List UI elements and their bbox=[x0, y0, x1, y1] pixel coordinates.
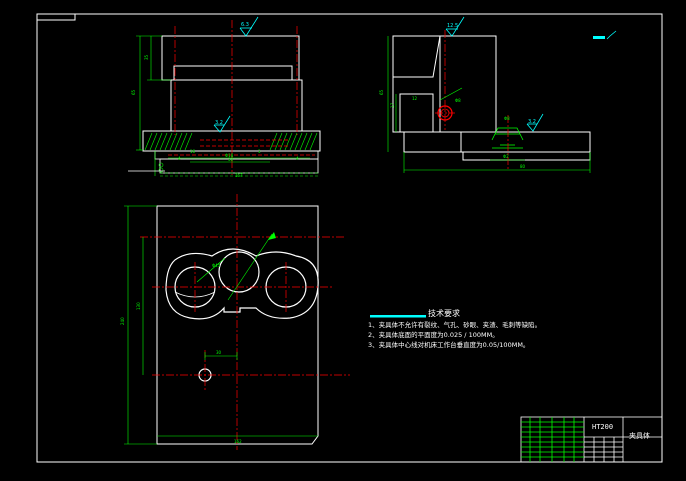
svg-text:30: 30 bbox=[228, 157, 234, 162]
top-view: 240 130 162 30 Φ45 bbox=[120, 194, 350, 450]
roughness-value-side-top: 12.5 bbox=[447, 23, 458, 29]
roughness-value-front-top: 6.3 bbox=[241, 22, 249, 28]
roughness-value-front-slot: 3.2 bbox=[215, 120, 223, 126]
tech-requirement-3: 3、夹具体中心线对机床工作台垂直度为0.05/100MM。 bbox=[368, 341, 530, 349]
side-view: 65 17 12 Φ8 80 Φ2 Φ8 12.5 3.2 bbox=[379, 16, 617, 173]
tech-requirement-2: 2、夹具体底面的平面度为0.025 / 100MM。 bbox=[368, 331, 499, 339]
svg-text:35: 35 bbox=[144, 54, 149, 60]
svg-text:4: 4 bbox=[178, 156, 181, 161]
svg-text:17: 17 bbox=[390, 102, 395, 108]
svg-text:4: 4 bbox=[296, 156, 299, 161]
front-base-hatch bbox=[144, 132, 318, 151]
svg-text:Φ8: Φ8 bbox=[455, 98, 461, 103]
title-block-part-name: 夹具体 bbox=[629, 432, 650, 440]
cad-drawing: 65 35 Φ18 30 16 3 4 4 167 6.3 3.2 65 17 … bbox=[36, 13, 663, 463]
svg-text:162: 162 bbox=[234, 439, 242, 444]
svg-text:Φ8: Φ8 bbox=[504, 116, 510, 121]
svg-text:130: 130 bbox=[136, 302, 141, 310]
svg-text:12: 12 bbox=[412, 96, 418, 101]
svg-text:167: 167 bbox=[235, 173, 243, 178]
drawing-frame bbox=[36, 13, 663, 463]
roughness-value-side-slot: 3.2 bbox=[528, 119, 536, 125]
tech-requirements-block bbox=[370, 315, 426, 318]
svg-text:Φ2: Φ2 bbox=[503, 154, 509, 159]
svg-text:16: 16 bbox=[190, 149, 196, 154]
svg-text:240: 240 bbox=[120, 317, 125, 325]
svg-text:65: 65 bbox=[379, 89, 384, 95]
svg-text:65: 65 bbox=[131, 89, 136, 95]
cavity-outline bbox=[165, 248, 319, 320]
svg-text:Φ45: Φ45 bbox=[212, 263, 221, 268]
front-view: 65 35 Φ18 30 16 3 4 4 167 6.3 3.2 bbox=[128, 16, 321, 178]
title-block-material: HT200 bbox=[592, 423, 614, 431]
svg-text:80: 80 bbox=[520, 164, 526, 169]
svg-text:30: 30 bbox=[216, 350, 222, 355]
tech-requirement-1: 1、夹具体不允许有裂纹、气孔、砂眼、夹渣、毛刺等缺陷。 bbox=[368, 321, 542, 329]
general-roughness-mark bbox=[593, 30, 617, 40]
tech-requirements-list: 1、夹具体不允许有裂纹、气孔、砂眼、夹渣、毛刺等缺陷。 2、夹具体底面的平面度为… bbox=[368, 320, 541, 350]
tech-requirements-heading: 技术要求 bbox=[428, 309, 460, 318]
